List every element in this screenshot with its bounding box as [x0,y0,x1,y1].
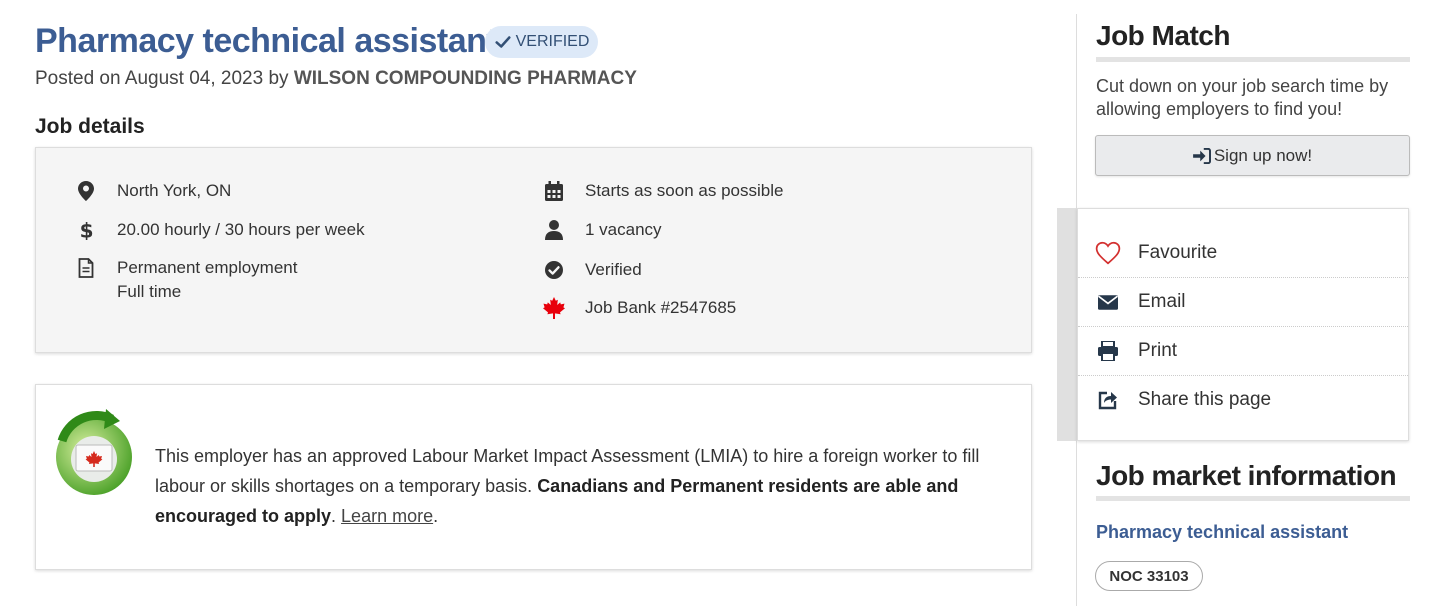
posted-date: Posted on August 04, 2023 by [35,68,289,89]
detail-vacancy: 1 vacancy [541,218,662,242]
lmia-logo-icon [56,409,132,495]
print-action[interactable]: Print [1078,326,1408,375]
employment-text: Permanent employment Full time [117,256,297,304]
salary-text: 20.00 hourly / 30 hours per week [117,220,365,239]
svg-text:$: $ [80,220,94,240]
share-label: Share this page [1138,389,1272,410]
sign-up-button[interactable]: Sign up now! [1095,135,1410,176]
checkmark-icon [495,36,511,48]
actions-accent-bar [1057,208,1077,441]
detail-salary: $ 20.00 hourly / 30 hours per week [73,218,365,242]
lmia-text-part-3: . [433,506,439,526]
sign-in-icon [1192,147,1211,164]
posted-line: Posted on August 04, 2023 by WILSON COMP… [35,68,637,90]
employment-schedule: Full time [117,282,182,301]
job-market-rule [1096,496,1410,501]
user-icon [541,218,567,242]
job-details-heading: Job details [35,115,145,138]
detail-start: Starts as soon as possible [541,179,783,203]
email-action[interactable]: Email [1078,277,1408,326]
lmia-text-part-2: . [331,506,342,526]
email-label: Email [1138,291,1186,312]
dollar-icon: $ [73,218,99,242]
employment-type: Permanent employment [117,258,298,277]
check-circle-icon [541,258,567,282]
detail-location: North York, ON [73,179,231,203]
verified-text: Verified [585,260,642,279]
start-text: Starts as soon as possible [585,181,784,200]
job-bank-number: Job Bank #2547685 [585,298,737,317]
vacancy-text: 1 vacancy [585,220,662,239]
job-details-panel: North York, ON $ 20.00 hourly / 30 hours… [35,147,1032,353]
heart-icon [1078,241,1138,265]
job-match-description: Cut down on your job search time by allo… [1096,76,1389,119]
learn-more-link[interactable]: Learn more [341,506,433,526]
job-match-rule [1096,57,1410,62]
lmia-description: This employer has an approved Labour Mar… [155,441,1005,531]
page-actions-panel: Favourite Email Print Share this page [1077,208,1409,441]
favourite-action[interactable]: Favourite [1078,228,1408,277]
noc-badge: NOC 33103 [1095,561,1203,591]
job-market-occupation-link[interactable]: Pharmacy technical assistant [1096,522,1348,543]
printer-icon [1078,341,1138,361]
calendar-icon [541,179,567,203]
share-action[interactable]: Share this page [1078,375,1408,424]
share-icon [1078,390,1138,410]
document-icon [73,256,99,280]
job-market-heading: Job market information [1096,460,1397,491]
maple-leaf-icon [541,296,567,320]
favourite-label: Favourite [1138,241,1218,263]
sign-up-label: Sign up now! [1213,145,1313,165]
lmia-panel: This employer has an approved Labour Mar… [35,384,1032,570]
verified-badge: VERIFIED [485,26,598,58]
employer-name: WILSON COMPOUNDING PHARMACY [293,68,637,89]
job-match-heading: Job Match [1096,20,1230,51]
envelope-icon [1078,294,1138,310]
detail-employment: Permanent employment Full time [73,256,297,304]
detail-verified: Verified [541,258,642,282]
map-marker-icon [73,179,99,203]
print-label: Print [1138,340,1178,361]
verified-badge-label: VERIFIED [515,33,590,50]
page-title: Pharmacy technical assistant [35,22,498,60]
detail-job-bank: Job Bank #2547685 [541,296,736,320]
location-text: North York, ON [117,181,232,200]
